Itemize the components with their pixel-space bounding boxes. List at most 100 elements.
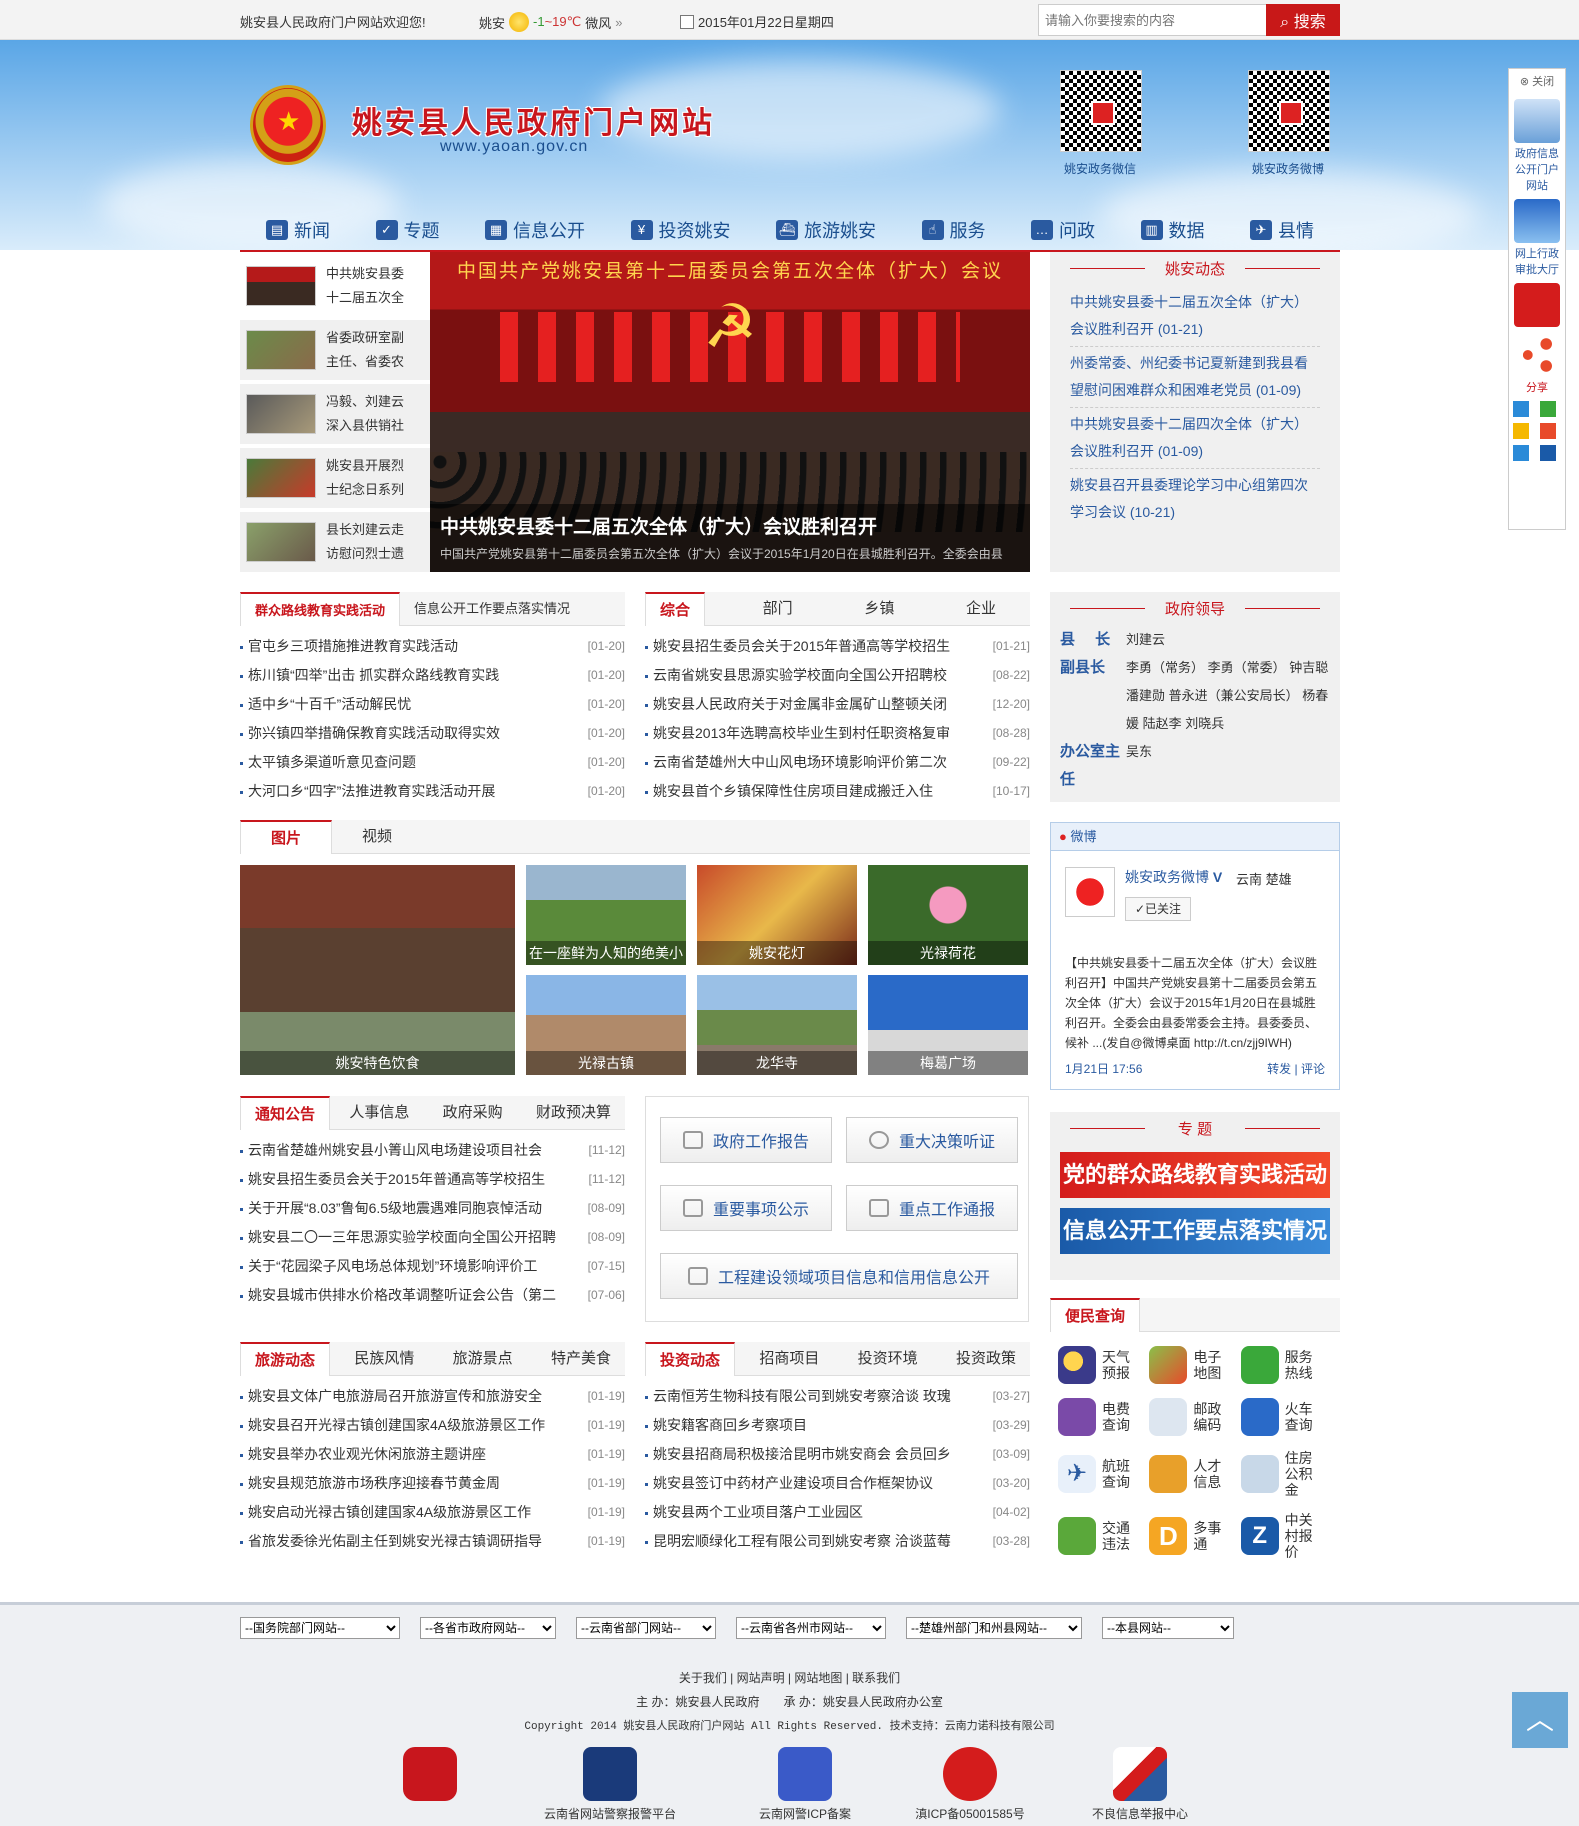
topic-banner-info[interactable]: 信息公开工作要点落实情况	[1060, 1208, 1330, 1254]
tab-procurement[interactable]: 政府采购	[429, 1096, 517, 1129]
wechat-icon[interactable]	[1540, 401, 1556, 417]
nav-invest[interactable]: ¥ 投资姚安	[630, 217, 731, 243]
topic-banner-mass-line[interactable]: 党的群众路线教育实践活动	[1060, 1152, 1330, 1198]
service-duoshitong[interactable]: D 多事通	[1149, 1512, 1240, 1560]
avatar[interactable]	[1065, 867, 1115, 917]
renren-icon[interactable]	[1540, 445, 1556, 461]
hearing-button[interactable]: 重大决策听证	[846, 1117, 1018, 1163]
headline-thumb[interactable]: 姚安县开展烈士纪念日系列	[240, 448, 430, 508]
service-traffic[interactable]: 交通违法	[1058, 1512, 1149, 1560]
select-yunnan-depts[interactable]: --云南省部门网站--	[576, 1617, 716, 1639]
nav-info-disclosure[interactable]: ▦ 信息公开	[485, 217, 585, 243]
gov-report-button[interactable]: 政府工作报告	[660, 1117, 832, 1163]
weibo-account-name[interactable]: 姚安政务微博 V	[1125, 867, 1222, 887]
tab-scenic[interactable]: 旅游景点	[439, 1342, 527, 1375]
headline-thumb[interactable]: 县长刘建云走访慰问烈士遗	[240, 512, 430, 572]
leader-names[interactable]: 吴东	[1126, 738, 1330, 794]
tab-general[interactable]: 综合	[645, 592, 706, 626]
list-item[interactable]: 太平镇多渠道听意见查问题 [01-20]	[240, 748, 625, 777]
list-item[interactable]: 省旅发委徐光佑副主任到姚安光禄古镇调研指导 [01-19]	[240, 1527, 625, 1556]
service-talent[interactable]: 人才信息	[1149, 1450, 1240, 1498]
photo-item[interactable]: 姚安特色饮食	[240, 865, 515, 1075]
select-state-council[interactable]: --国务院部门网站--	[240, 1617, 400, 1639]
follow-button[interactable]: ✓已关注	[1125, 897, 1191, 921]
list-item[interactable]: 姚安县签订中药材产业建设项目合作框架协议 [03-20]	[645, 1469, 1030, 1498]
news-link[interactable]: 中共姚安县委十二届五次全体（扩大）会议胜利召开 (01-21)	[1070, 286, 1320, 347]
tab-invest-news[interactable]: 投资动态	[645, 1342, 736, 1376]
nav-county-info[interactable]: ✈ 县情	[1250, 217, 1314, 243]
list-item[interactable]: 栋川镇“四举”出击 抓实群众路线教育实践 [01-20]	[240, 661, 625, 690]
side-gov-info-link[interactable]: 政府信息公开门户网站	[1513, 99, 1561, 193]
list-item[interactable]: 适中乡“十百千”活动解民忧 [01-20]	[240, 690, 625, 719]
close-button[interactable]: ⊗ 关闭	[1509, 69, 1565, 93]
list-item[interactable]: 姚安县首个乡镇保障性住房项目建成搬迁入住 [10-17]	[645, 777, 1030, 806]
photo-item[interactable]: 龙华寺	[697, 975, 857, 1075]
list-item[interactable]: 姚安县城市供排水价格改革调整听证会公告（第二 [07-06]	[240, 1281, 625, 1310]
search-button[interactable]: ⌕ 搜索	[1266, 4, 1340, 36]
weibo-share-icon[interactable]	[1540, 423, 1556, 439]
list-item[interactable]: 姚安启动光禄古镇创建国家4A级旅游景区工作 [01-19]	[240, 1498, 625, 1527]
select-yunnan-cities[interactable]: --云南省各州市网站--	[736, 1617, 886, 1639]
nav-news[interactable]: ▤ 新闻	[266, 217, 330, 243]
star-icon[interactable]	[1513, 423, 1529, 439]
list-item[interactable]: 云南省楚雄州大中山风电场环境影响评价第二次 [09-22]	[645, 748, 1030, 777]
service-housing-fund[interactable]: 住房公积金	[1240, 1450, 1332, 1498]
headline-thumb[interactable]: 省委政研室副主任、省委农	[240, 320, 430, 380]
tab-budget[interactable]: 财政预决算	[522, 1096, 625, 1129]
national-emblem-logo[interactable]: ★	[250, 85, 326, 165]
tab-departments[interactable]: 部门	[749, 592, 807, 625]
list-item[interactable]: 关于开展“8.03”鲁甸6.5级地震遇难同胞哀悼活动 [08-09]	[240, 1194, 625, 1223]
nav-tourism[interactable]: ⛴ 旅游姚安	[776, 217, 876, 243]
headline-slider[interactable]: 中国共产党姚安县第十二届委员会第五次全体（扩大）会议 ☭ 中共姚安县委十二届五次…	[430, 252, 1030, 572]
service-map[interactable]: 电子地图	[1149, 1346, 1240, 1384]
service-postcode[interactable]: 邮政编码	[1149, 1398, 1240, 1436]
tab-tour-news[interactable]: 旅游动态	[240, 1342, 331, 1376]
list-item[interactable]: 云南省楚雄州姚安县小箐山风电场建设项目社会 [11-12]	[240, 1136, 625, 1165]
list-item[interactable]: 大河口乡“四字”法推进教育实践活动开展 [01-20]	[240, 777, 625, 806]
photo-item[interactable]: 光禄古镇	[526, 975, 686, 1075]
side-approval-link[interactable]: 网上行政审批大厅	[1513, 199, 1561, 277]
footer-links[interactable]: 关于我们 | 网站声明 | 网站地图 | 联系我们	[0, 1669, 1579, 1686]
project-info-button[interactable]: 工程建设领域项目信息和信用信息公开	[660, 1253, 1018, 1299]
chevron-right-icon[interactable]: »	[615, 15, 622, 30]
comment-link[interactable]: 评论	[1301, 1062, 1325, 1076]
tab-enterprises[interactable]: 企业	[952, 592, 1010, 625]
search-input[interactable]	[1039, 5, 1259, 35]
list-item[interactable]: 姚安县举办农业观光休闲旅游主题讲座 [01-19]	[240, 1440, 625, 1469]
site-title[interactable]: 姚安县人民政府门户网站	[352, 98, 715, 142]
select-chuxiong[interactable]: --楚雄州部门和州县网站--	[906, 1617, 1082, 1639]
list-item[interactable]: 姚安县二〇一三年思源实验学校面向全国公开招聘 [08-09]	[240, 1223, 625, 1252]
qq-icon[interactable]	[1513, 445, 1529, 461]
list-item[interactable]: 姚安县召开光禄古镇创建国家4A级旅游景区工作 [01-19]	[240, 1411, 625, 1440]
nav-topics[interactable]: ✓ 专题	[375, 217, 440, 243]
leader-names[interactable]: 刘建云	[1126, 626, 1330, 654]
nav-data[interactable]: ▥ 数据	[1140, 217, 1205, 243]
headline-thumb[interactable]: 中共姚安县委十二届五次全	[240, 256, 430, 316]
select-provinces[interactable]: --各省市政府网站--	[420, 1617, 556, 1639]
list-item[interactable]: 姚安县招生委员会关于2015年普通高等学校招生 [11-12]	[240, 1165, 625, 1194]
list-item[interactable]: 姚安县2013年选聘高校毕业生到村任职资格复审 [08-28]	[645, 719, 1030, 748]
tab-videos[interactable]: 视频	[332, 820, 422, 853]
tab-photos[interactable]: 图片	[240, 820, 333, 854]
tab-personnel[interactable]: 人事信息	[335, 1096, 423, 1129]
nav-inquiry[interactable]: … 问政	[1031, 217, 1095, 243]
work-report-button[interactable]: 重点工作通报	[846, 1185, 1018, 1231]
tab-projects[interactable]: 招商项目	[745, 1342, 833, 1375]
service-electricity[interactable]: 电费查询	[1058, 1398, 1149, 1436]
qr-label-weibo[interactable]: 姚安政务微博	[1252, 160, 1324, 177]
photo-item[interactable]: 光禄荷花	[868, 865, 1028, 965]
side-seal-link[interactable]	[1513, 283, 1561, 327]
repost-link[interactable]: 转发	[1267, 1062, 1291, 1076]
nav-service[interactable]: ☝ 服务	[921, 217, 986, 243]
badge-police-report[interactable]: 云南省网站警察报警平台	[540, 1747, 680, 1822]
tab-environment[interactable]: 投资环境	[844, 1342, 932, 1375]
list-item[interactable]: 姚安县两个工业项目落户工业园区 [04-02]	[645, 1498, 1030, 1527]
badge-report-center[interactable]: 不良信息举报中心	[1080, 1747, 1200, 1822]
list-item[interactable]: 弥兴镇四举措确保教育实践活动取得实效 [01-20]	[240, 719, 625, 748]
list-item[interactable]: 姚安县规范旅游市场秩序迎接春节黄金周 [01-19]	[240, 1469, 625, 1498]
news-link[interactable]: 中共姚安县委十二届四次全体（扩大）会议胜利召开 (01-09)	[1070, 408, 1320, 469]
tab-towns[interactable]: 乡镇	[850, 592, 908, 625]
tab-ethnic[interactable]: 民族风情	[340, 1342, 428, 1375]
slider-caption-title[interactable]: 中共姚安县委十二届五次全体（扩大）会议胜利召开	[440, 512, 1020, 539]
list-item[interactable]: 姚安县文体广电旅游局召开旅游宣传和旅游安全 [01-19]	[240, 1382, 625, 1411]
